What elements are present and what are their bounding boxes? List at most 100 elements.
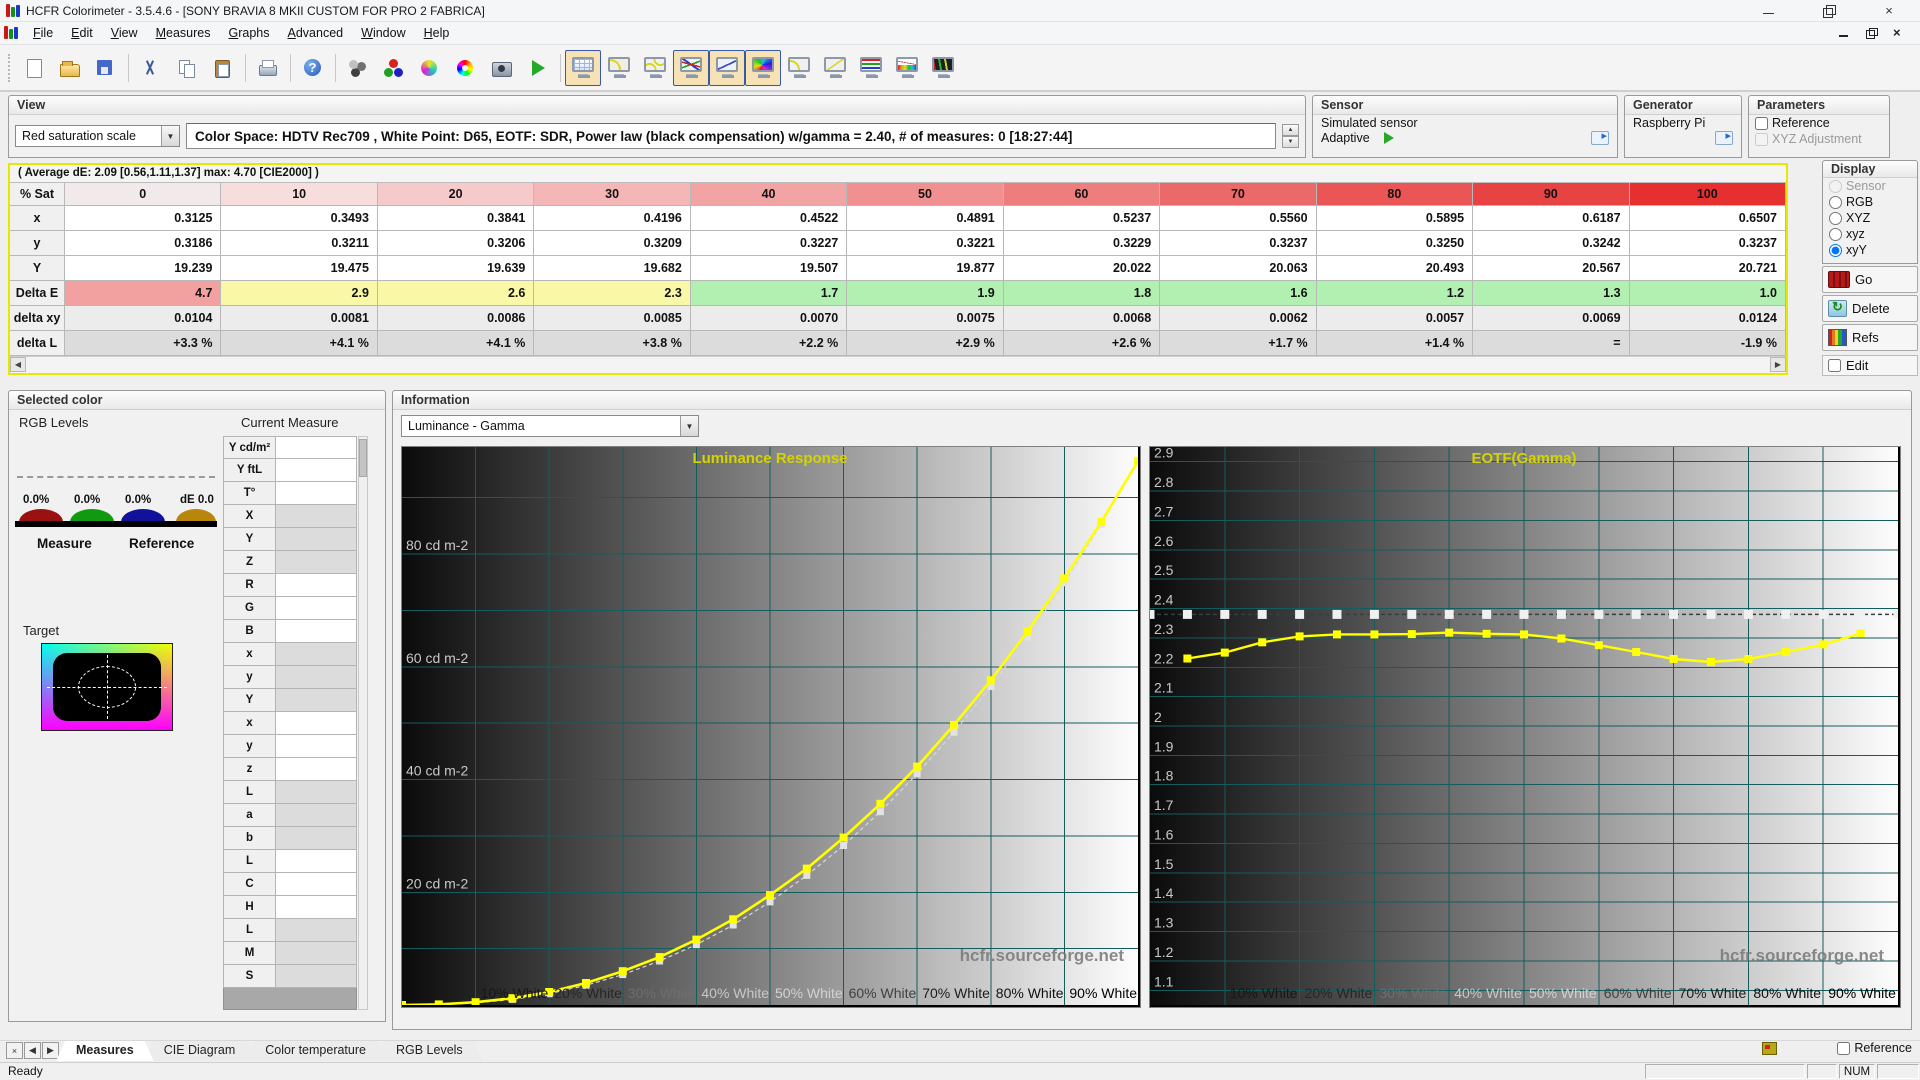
menu-advanced[interactable]: Advanced [279, 23, 353, 43]
spin-up-icon[interactable]: ▲ [1282, 124, 1299, 136]
table-cell: 0.3242 [1473, 231, 1630, 256]
print-button[interactable] [250, 50, 286, 86]
menu-edit[interactable]: Edit [62, 23, 102, 43]
save-file-button[interactable] [88, 50, 124, 86]
refs-button[interactable]: Refs [1822, 324, 1918, 351]
menu-help[interactable]: Help [415, 23, 459, 43]
measure-row-label: z [223, 758, 276, 781]
svg-text:2.5: 2.5 [1154, 562, 1174, 578]
restore-icon[interactable] [1822, 4, 1836, 18]
edit-checkbox-label: Edit [1846, 358, 1869, 373]
sat-column-header: 80 [1316, 183, 1474, 206]
table-hscrollbar[interactable]: ◀ ▶ [10, 356, 1786, 372]
mdi-restore-icon[interactable] [1866, 28, 1878, 39]
vscroll-thumb[interactable] [359, 439, 367, 477]
svg-text:80% White: 80% White [996, 985, 1064, 1001]
measure-secondaries-button[interactable] [412, 50, 448, 86]
sensor-config-icon[interactable] [1591, 129, 1609, 145]
tab-cie-diagram[interactable]: CIE Diagram [144, 1041, 256, 1061]
measure-row: x [223, 712, 357, 735]
chevron-down-icon[interactable]: ▼ [680, 416, 698, 436]
sensor-run-icon[interactable] [1383, 132, 1394, 144]
delete-button[interactable]: Delete [1822, 295, 1918, 322]
measure-spinner[interactable]: ▲ ▼ [1282, 124, 1299, 148]
paste-button[interactable] [205, 50, 241, 86]
svg-text:hcfr.sourceforge.net: hcfr.sourceforge.net [1720, 946, 1885, 965]
run-measures-button[interactable] [520, 50, 556, 86]
tab-measures[interactable]: Measures [56, 1041, 154, 1061]
view-rgb-levels-button[interactable] [853, 50, 889, 86]
table-cell: 1.7 [690, 281, 848, 306]
view-nearwhite-button[interactable] [637, 50, 673, 86]
svg-text:EOTF(Gamma): EOTF(Gamma) [1471, 450, 1576, 467]
menu-file[interactable]: File [24, 23, 62, 43]
svg-text:2: 2 [1154, 709, 1162, 725]
measure-grayscale-button[interactable] [340, 50, 376, 86]
view-measures-button[interactable] [565, 49, 601, 86]
mdi-close-icon[interactable]: × [1893, 26, 1904, 39]
menu-view[interactable]: View [102, 23, 147, 43]
view-rgb-history-button[interactable] [673, 49, 709, 86]
go-button[interactable]: Go [1822, 266, 1918, 293]
target-color-patch [41, 643, 173, 731]
new-file-button[interactable] [16, 50, 52, 86]
display-option-xyz[interactable] [1829, 227, 1842, 241]
measure-primaries-button[interactable] [376, 50, 412, 86]
rgb-bar-value: 0.0% [23, 494, 50, 506]
view-cie-diagram-button[interactable] [745, 49, 781, 86]
table-cell: -1.9 % [1629, 331, 1786, 356]
tab-next-icon[interactable]: ▶ [42, 1042, 59, 1059]
tab-prev-icon[interactable]: ◀ [24, 1042, 41, 1059]
display-option-xyY[interactable] [1829, 243, 1842, 257]
open-file-button[interactable] [52, 50, 88, 86]
close-icon[interactable]: × [1882, 4, 1896, 17]
minimize-icon[interactable] [1762, 5, 1776, 17]
measure-row: G [223, 597, 357, 620]
scroll-left-icon[interactable]: ◀ [10, 357, 26, 372]
table-cell: 0.0086 [377, 306, 535, 331]
tab-rgb-levels[interactable]: RGB Levels [376, 1041, 483, 1061]
measure-vscrollbar[interactable] [358, 436, 368, 1010]
scale-dropdown[interactable]: Red saturation scale ▼ [15, 125, 180, 147]
information-panel-title: Information [393, 391, 1911, 410]
view-luminance-button[interactable] [817, 50, 853, 86]
sheet-tab-bar: × ◀ ▶ Measures CIE Diagram Color temperatu… [0, 1040, 1920, 1062]
copy-icon [176, 58, 198, 78]
view-color-temperature-button[interactable] [889, 50, 925, 86]
measure-row: z [223, 758, 357, 781]
measure-colorchecker-button[interactable] [448, 50, 484, 86]
copy-button[interactable] [169, 50, 205, 86]
hscroll-track[interactable] [26, 357, 1770, 372]
measure-row-label: Y [223, 689, 276, 712]
snapshot-button[interactable] [484, 50, 520, 86]
spin-down-icon[interactable]: ▼ [1282, 136, 1299, 148]
measure-row-label: Y [223, 528, 276, 551]
view-cie-diagram-icon [751, 56, 776, 79]
view-free-measures-button[interactable] [925, 50, 961, 86]
view-gamma-button[interactable] [601, 50, 637, 86]
menu-graphs[interactable]: Graphs [220, 23, 279, 43]
help-button[interactable] [295, 50, 331, 86]
scroll-right-icon[interactable]: ▶ [1770, 357, 1786, 372]
reference-checkbox[interactable] [1755, 116, 1768, 130]
bottom-reference-checkbox[interactable] [1837, 1041, 1851, 1055]
cut-button[interactable] [133, 50, 169, 86]
menu-measures[interactable]: Measures [147, 23, 220, 43]
display-option-RGB[interactable] [1829, 195, 1842, 209]
graph-type-dropdown[interactable]: Luminance - Gamma ▼ [401, 415, 699, 437]
menu-window[interactable]: Window [352, 23, 414, 43]
svg-text:40% White: 40% White [701, 985, 769, 1001]
view-luminance-history-button[interactable] [709, 49, 745, 86]
edit-checkbox[interactable] [1828, 359, 1841, 372]
mdi-minimize-icon[interactable] [1839, 28, 1850, 38]
svg-text:60 cd m-2: 60 cd m-2 [406, 650, 468, 666]
tab-close-icon[interactable]: × [6, 1042, 23, 1059]
tab-color-temperature[interactable]: Color temperature [245, 1041, 386, 1061]
display-option-XYZ[interactable] [1829, 211, 1842, 225]
table-cell: 0.6507 [1629, 206, 1786, 231]
selected-color-title: Selected color [9, 391, 385, 410]
chevron-down-icon[interactable]: ▼ [161, 126, 179, 146]
view-gamma2-button[interactable] [781, 50, 817, 86]
table-cell: = [1473, 331, 1630, 356]
generator-config-icon[interactable] [1715, 129, 1733, 145]
